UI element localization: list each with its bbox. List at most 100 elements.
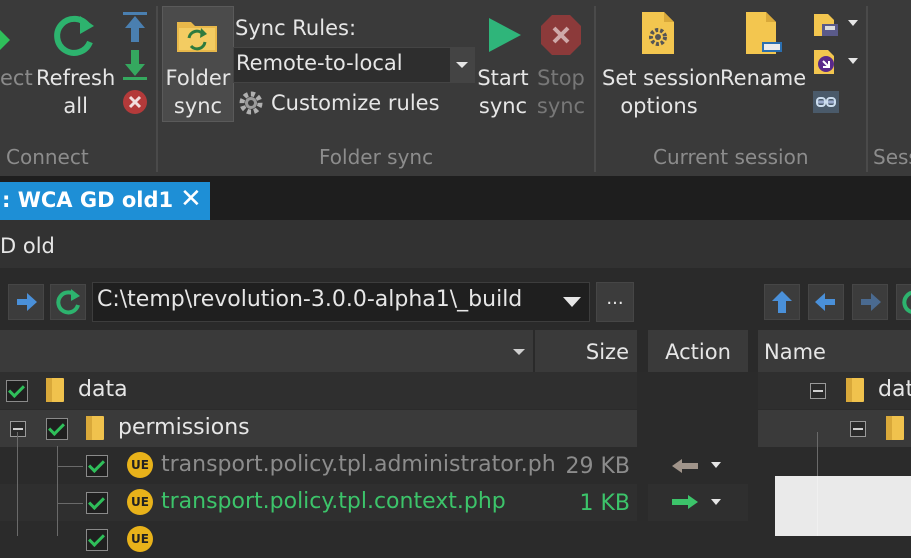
session-tab[interactable]: : WCA GD old1 ✕ (0, 182, 210, 220)
list-item[interactable]: permissions (0, 410, 637, 447)
start-sync-label-2: sync (478, 94, 528, 118)
panel-toolbar: C:\temp\revolution-3.0.0-alpha1\_build .… (0, 268, 911, 330)
rename-button[interactable]: Rename (720, 64, 806, 92)
set-session-label-1: Set session (602, 66, 721, 90)
chevron-down-icon[interactable] (710, 498, 722, 506)
chevron-down-icon[interactable] (710, 461, 722, 469)
column-header-action[interactable]: Action (648, 330, 748, 372)
row-checkbox[interactable] (6, 380, 28, 402)
arrow-right-icon (17, 293, 37, 311)
sync-rules-value: Remote-to-local (236, 51, 403, 75)
group-label-current-session: Current session (653, 145, 809, 169)
session-options-icon (642, 12, 674, 54)
connect-icon (0, 30, 10, 50)
arrow-up-icon (772, 291, 792, 313)
back-button[interactable] (808, 284, 844, 320)
ultraedit-file-icon: UE (127, 452, 153, 478)
list-item[interactable]: UE (0, 521, 637, 558)
arrow-right-icon (672, 495, 698, 509)
collapse-icon[interactable] (850, 421, 866, 437)
refresh-all-button[interactable]: Refresh all (36, 64, 115, 120)
sync-rules-dropdown-button[interactable] (450, 48, 474, 82)
column-header-name-left[interactable] (0, 330, 533, 372)
row-size: 29 KB (565, 454, 630, 479)
forward-button[interactable] (8, 284, 44, 320)
download-arrow-icon[interactable] (121, 48, 149, 82)
stop-sync-label-1: Stop (537, 66, 585, 90)
upload-arrow-icon[interactable] (121, 10, 149, 44)
arrow-left-icon (672, 459, 698, 473)
ultraedit-file-icon: UE (127, 489, 153, 515)
refresh-label-2: all (63, 94, 88, 118)
refresh-button-right[interactable] (896, 284, 911, 320)
row-checkbox[interactable] (86, 455, 108, 477)
stop-sync-button: Stop sync (534, 64, 588, 120)
customize-rules-button[interactable]: Customize rules (271, 89, 440, 117)
sync-rules-label: Sync Rules: (235, 16, 357, 40)
disconnect-icon[interactable] (121, 88, 149, 116)
set-session-label-2: options (620, 94, 698, 118)
collapse-icon[interactable] (10, 421, 26, 437)
sync-rules-select[interactable]: Remote-to-local (233, 47, 475, 83)
path-combo[interactable]: C:\temp\revolution-3.0.0-alpha1\_build (92, 282, 590, 322)
refresh-label-1: Refresh (36, 66, 116, 90)
start-sync-label-1: Start (477, 66, 529, 90)
group-label-folder-sync: Folder sync (319, 145, 434, 169)
refresh-button[interactable] (50, 284, 86, 320)
watermark (775, 476, 911, 536)
refresh-icon (56, 289, 80, 315)
browse-button[interactable]: ... (596, 282, 634, 322)
session-tab-strip: : WCA GD old1 ✕ (0, 176, 911, 220)
start-sync-button[interactable]: Start sync (476, 64, 530, 120)
list-item[interactable]: data (0, 372, 637, 409)
folder-icon (86, 416, 104, 440)
play-icon (489, 18, 521, 52)
arrow-left-icon (815, 293, 835, 311)
folder-sync-label-2: sync (173, 94, 223, 118)
column-header-name[interactable]: Name (758, 330, 911, 372)
row-checkbox[interactable] (86, 529, 108, 551)
action-cell[interactable] (648, 484, 748, 521)
refresh-icon (902, 290, 911, 314)
forward-button-right[interactable] (852, 284, 888, 320)
row-name: data (78, 377, 128, 402)
ultraedit-file-icon: UE (127, 526, 153, 552)
list-item[interactable]: UE transport.policy.tpl.administrator.ph… (0, 447, 637, 484)
refresh-icon (54, 15, 94, 56)
chevron-down-icon[interactable] (561, 295, 583, 309)
row-checkbox[interactable] (86, 492, 108, 514)
rename-icon (746, 12, 782, 54)
row-name: dat (878, 377, 911, 402)
copy-link-icon[interactable] (812, 90, 840, 114)
close-icon[interactable]: ✕ (180, 184, 202, 214)
chevron-down-icon[interactable] (512, 348, 526, 356)
session-header-title: D old (0, 234, 55, 258)
row-checkbox[interactable] (46, 418, 68, 440)
session-link-icon[interactable] (812, 48, 840, 76)
connect-button-label[interactable]: ect (0, 64, 33, 92)
list-item[interactable]: UE transport.policy.tpl.context.php 1 KB (0, 484, 637, 521)
folder-sync-icon (177, 22, 217, 52)
save-session-icon[interactable] (812, 12, 840, 38)
row-name: permissions (118, 415, 250, 440)
collapse-icon[interactable] (810, 383, 826, 399)
group-label-connect: Connect (6, 145, 89, 169)
path-value: C:\temp\revolution-3.0.0-alpha1\_build (97, 287, 523, 312)
column-headers: Size Action Name (0, 330, 911, 372)
stop-icon (541, 15, 581, 55)
chevron-down-icon[interactable] (846, 18, 860, 28)
parent-directory-button[interactable] (764, 284, 800, 320)
folder-sync-label: Folder sync (164, 64, 232, 120)
list-item[interactable] (758, 410, 911, 447)
chevron-down-icon[interactable] (846, 56, 860, 66)
arrow-right-icon (861, 293, 881, 311)
folder-icon (46, 378, 64, 402)
stop-sync-label-2: sync (536, 94, 586, 118)
session-tab-title: : WCA GD old1 (2, 188, 174, 212)
action-cell[interactable] (648, 447, 748, 484)
list-item[interactable]: dat (758, 372, 911, 409)
group-label-session: Sess (873, 145, 911, 169)
set-session-options-button[interactable]: Set session options (602, 64, 721, 120)
chevron-down-icon (456, 62, 468, 68)
column-header-size[interactable]: Size (535, 330, 637, 372)
